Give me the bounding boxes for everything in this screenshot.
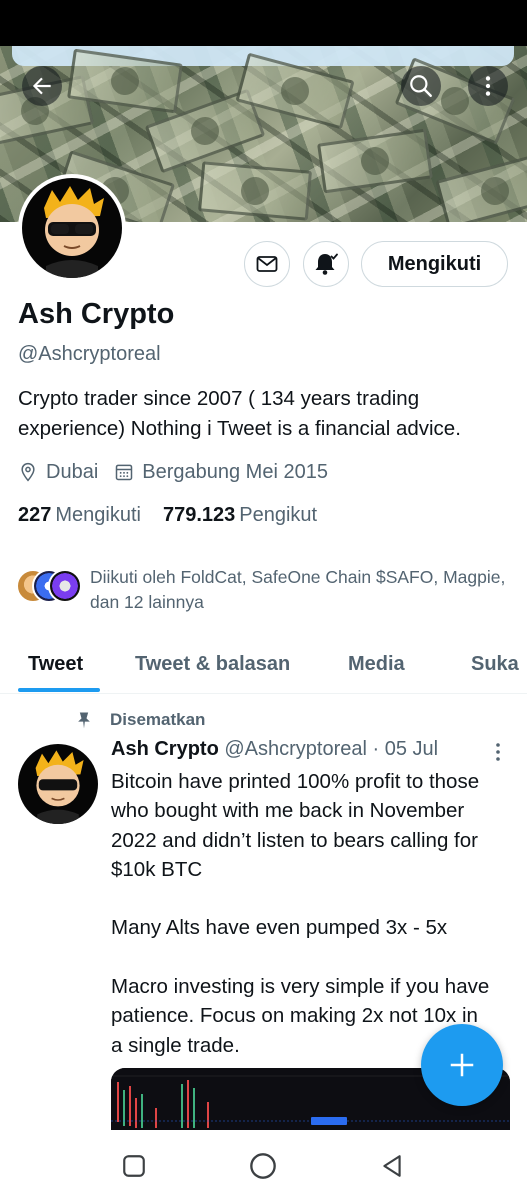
banner-bill [435,152,527,222]
home-button[interactable] [245,1148,281,1184]
more-vertical-icon [485,76,491,96]
followers-count: 779.123 [162,504,236,526]
message-button[interactable] [244,241,290,287]
profile-name: Ash Crypto [18,298,175,330]
notifications-button[interactable] [303,241,349,287]
followed-by-text: Diikuti oleh FoldCat, SafeOne Chain $SAF… [90,567,506,612]
profile-bio: Crypto trader since 2007 ( 134 years tra… [18,387,461,440]
bell-check-icon [315,253,338,275]
profile-tabs: Tweet Tweet & balasan Media Suka [0,636,527,694]
back-icon [383,1155,401,1177]
more-options-button[interactable] [464,62,512,110]
recent-apps-button[interactable] [116,1148,152,1184]
followers-stat[interactable]: 779.123 Pengikut [163,504,317,527]
more-vertical-icon [496,743,500,761]
tweet-text: Bitcoin have printed 100% profit to thos… [111,770,490,1057]
tweet-more-button[interactable] [486,740,510,764]
profile-joined: Bergabung Mei 2015 [114,461,328,484]
recent-apps-icon [123,1155,145,1177]
tab-media[interactable]: Media [348,636,405,693]
mutual-avatars [16,569,82,605]
active-tab-indicator [18,688,100,692]
back-nav-button[interactable] [374,1148,410,1184]
tweet-date[interactable]: 05 Jul [385,738,438,760]
calendar-icon [116,464,133,481]
search-icon [410,75,432,97]
follow-stats: 227 Mengikuti 779.123 Pengikut [18,504,339,527]
banner-bill [317,128,433,194]
banner-bill [198,161,312,221]
avatar-illustration [35,750,84,824]
home-icon [250,1153,276,1179]
location-text: Dubai [46,460,99,483]
tab-tweet-replies[interactable]: Tweet & balasan [135,636,290,693]
followed-by[interactable]: Diikuti oleh FoldCat, SafeOne Chain $SAF… [16,565,516,615]
plus-icon [450,1053,474,1077]
following-label: Mengikuti [55,504,141,526]
profile-meta: Dubai Bergabung Mei 2015 [18,458,344,486]
tweet-author-avatar[interactable] [18,744,98,824]
back-button[interactable] [18,62,66,110]
profile-location: Dubai [18,461,98,484]
status-bar [0,0,527,46]
pin-icon [78,712,90,729]
tab-likes[interactable]: Suka [471,636,519,693]
profile-avatar[interactable] [18,174,126,282]
location-pin-icon [21,462,35,482]
pinned-label: Disematkan [110,710,206,729]
tweet-separator: · [372,738,380,760]
following-stat[interactable]: 227 Mengikuti [18,504,141,527]
tab-tweet[interactable]: Tweet [28,636,83,693]
tweet-header: Ash Crypto @Ashcryptoreal · 05 Jul [111,738,501,761]
mutual-avatar [48,569,82,603]
envelope-icon [256,256,278,272]
followers-label: Pengikut [239,504,318,526]
pinned-indicator: Disematkan [74,708,205,732]
system-navigation-bar [0,1130,527,1200]
following-button[interactable]: Mengikuti [361,241,508,287]
search-button[interactable] [397,62,445,110]
avatar-illustration [44,186,104,278]
joined-text: Bergabung Mei 2015 [142,460,328,483]
compose-tweet-button[interactable] [421,1024,503,1106]
arrow-left-icon [32,77,51,95]
tweet-author-handle[interactable]: @Ashcryptoreal [224,738,367,760]
tweet-author-name[interactable]: Ash Crypto [111,738,219,760]
following-count: 227 [18,504,52,526]
profile-handle: @Ashcryptoreal [18,343,161,365]
